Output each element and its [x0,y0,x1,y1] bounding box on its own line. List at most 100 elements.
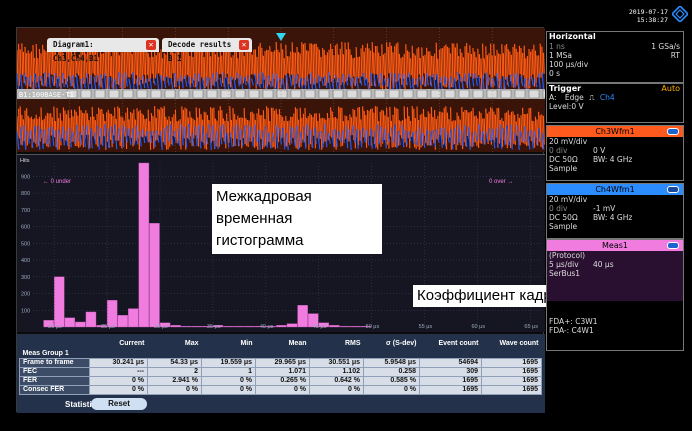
bus-frame [164,89,176,99]
row-label: FEC [19,367,90,377]
tab-diagram1[interactable]: Diagram1: Ch3,Ch4,B1 ✕ [47,38,159,63]
table-cell: 309 [419,367,482,377]
bus-frame [388,89,400,99]
histogram-bar [117,315,128,328]
ch3-box[interactable]: Ch3Wfm1 20 mV/div 0 div 0 V DC 50Ω BW: 4… [546,125,684,181]
y-tick-label: 400 [21,258,30,264]
bus-frame [94,89,106,99]
meas1-header: Meas1 [547,240,683,251]
histogram-bar [149,223,160,328]
ch4-acquisition: Sample [549,222,578,231]
table-cell: 0 % [147,385,202,395]
bus-frame [122,89,134,99]
table-cell: 0.258 [363,367,420,377]
row-label: Frame to frame [19,358,90,368]
y-tick-label: 900 [21,174,30,180]
histogram-bar [75,321,86,328]
meas1-title: Meas1 [602,241,628,250]
horizontal-line-1: 1 ns 1 GSa/s [547,42,683,51]
meas1-fda-minus: FDA-: C4W1 [549,326,594,335]
x-tick-label: 35 μs [207,324,221,330]
tab-decode-results[interactable]: Decode results B 1 ✕ [162,38,252,63]
trigger-box[interactable]: Trigger Auto A: Edge ⎍ Ch4 Level:0 V [546,83,684,123]
resolution-value: 1 ns [549,42,565,51]
reset-statistics-button[interactable]: Reset [91,398,147,410]
row-label: Consec FER [19,385,90,395]
bus-frame [402,89,414,99]
y-tick-label: 800 [21,191,30,197]
oscilloscope-screen: B1:100BASE-T1 Diagram1: Ch3,Ch4,B1 ✕ Dec… [0,0,692,431]
ch3-offset-label: 0 div [549,146,568,155]
bus-frame [192,89,204,99]
close-icon[interactable]: ✕ [146,40,156,50]
column-header: RMS [344,339,361,347]
histogram-bar [64,317,76,328]
table-cell: 0 % [255,385,310,395]
waveform-panel[interactable]: B1:100BASE-T1 Diagram1: Ch3,Ch4,B1 ✕ Dec… [17,28,545,152]
table-cell: 2.941 % [147,376,202,386]
table-row[interactable]: Consec FER 0 % 0 % 0 % 0 % 0 % 0 % 1695 1695 [19,385,542,395]
bus-frame [220,89,232,99]
table-cell: 0 % [201,385,256,395]
column-header: σ (S-dev) [386,339,417,347]
x-tick-label: 20 μs [48,324,62,330]
ch4-box[interactable]: Ch4Wfm1 20 mV/div 0 div -1 mV DC 50Ω BW:… [546,183,684,239]
column-header: Event count [438,339,479,347]
histogram-bar [350,325,361,328]
column-header: Current [119,339,145,347]
x-tick-label: 60 μs [472,324,486,330]
horizontal-box[interactable]: Horizontal 1 ns 1 GSa/s 1 MSa RT 100 μs/… [546,31,684,83]
bus-frame [318,89,330,99]
histogram-bar [276,325,287,328]
table-cell: 1.102 [309,367,364,377]
close-icon[interactable]: ✕ [239,40,249,50]
bus-frame [360,89,372,99]
ch4-bandwidth: BW: 4 GHz [593,213,633,222]
table-row[interactable]: FEC --- 2 1 1.071 1.102 0.258 309 1695 [19,367,542,377]
table-row[interactable]: FER 0 % 2.941 % 0 % 0.265 % 0.642 % 0.585 % 169… [19,376,542,386]
table-cell: 0 % [89,385,148,395]
table-cell: 1.071 [255,367,310,377]
bus-label: B1:100BASE-T1 [19,91,74,99]
table-cell: 0 % [201,376,256,386]
ch4-toggle[interactable] [667,186,679,193]
table-cell: 5.9548 μs [363,358,420,368]
row-label: FER [19,376,90,386]
meas1-box[interactable]: Meas1 (Protocol) 5 μs/div 40 μs SerBus1 … [546,239,684,351]
histogram-bar [85,311,97,328]
histogram-bar [286,323,298,328]
time-position-value: 0 s [549,69,561,78]
bus-frame [248,89,260,99]
trigger-level: Level:0 V [549,102,584,111]
histogram-bar [191,325,203,328]
table-cell: 2 [147,367,202,377]
histogram-bar [53,276,65,328]
bus-frame [472,89,484,99]
ch3-title: Ch3Wfm1 [595,127,635,136]
trigger-position-marker[interactable] [276,33,286,41]
table-cell: 30.241 μs [89,358,148,368]
histogram-bar [138,162,150,328]
horizontal-line-2: 1 MSa RT [547,51,683,60]
histogram-bar [223,325,234,328]
table-cell: 0 % [309,385,364,395]
x-tick-label: 55 μs [419,324,433,330]
meas1-settings: (Protocol) 5 μs/div 40 μs SerBus1 [547,251,683,301]
bus-frame [178,89,190,99]
trigger-title: Trigger [549,84,582,93]
ch4-offset-label: 0 div [549,204,568,213]
table-cell: 54.33 μs [147,358,202,368]
ch4-title: Ch4Wfm1 [595,185,635,194]
table-cell: 29.965 μs [255,358,310,368]
meas1-toggle[interactable] [667,242,679,249]
meas1-bus: SerBus1 [549,269,581,278]
table-cell: 1 [201,367,256,377]
histogram-bar [170,325,181,328]
clock-time: 15:38:27 [636,16,668,24]
bus-frame [374,89,386,99]
horizontal-title: Horizontal [549,32,596,41]
table-row[interactable]: Frame to frame 30.241 μs 54.33 μs 19.559 μs… [19,358,542,368]
table-cell: 1695 [481,367,542,377]
ch3-toggle[interactable] [667,128,679,135]
ch3-acquisition: Sample [549,164,578,173]
